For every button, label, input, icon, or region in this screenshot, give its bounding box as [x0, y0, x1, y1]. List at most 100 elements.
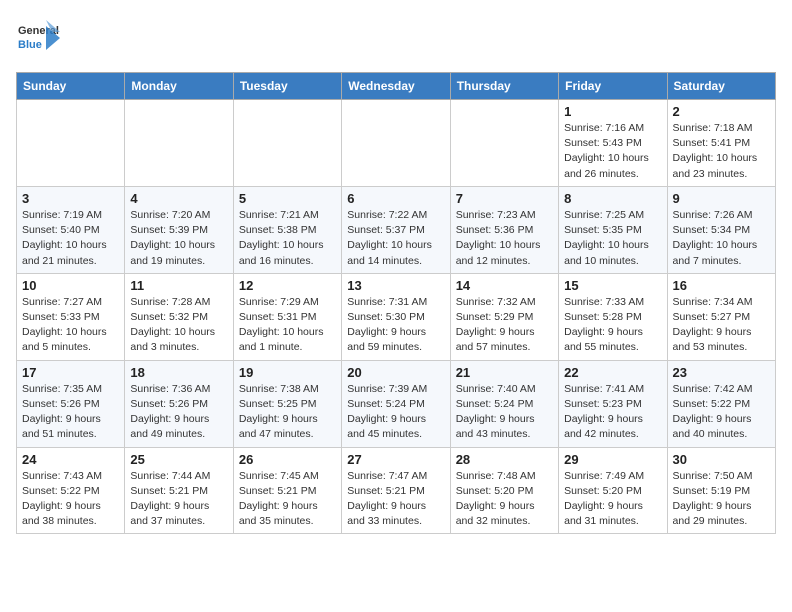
- calendar-table: SundayMondayTuesdayWednesdayThursdayFrid…: [16, 72, 776, 534]
- day-info: Sunrise: 7:29 AMSunset: 5:31 PMDaylight:…: [239, 295, 336, 356]
- calendar-cell: 23 Sunrise: 7:42 AMSunset: 5:22 PMDayligh…: [667, 360, 775, 447]
- calendar-cell: 26 Sunrise: 7:45 AMSunset: 5:21 PMDayligh…: [233, 447, 341, 534]
- calendar-cell: 1Sunrise: 7:16 AMSunset: 5:43 PMDaylight…: [559, 100, 667, 187]
- day-info: Sunrise: 7:23 AMSunset: 5:36 PMDaylight:…: [456, 208, 553, 269]
- weekday-header: Friday: [559, 73, 667, 100]
- day-info: Sunrise: 7:36 AMSunset: 5:26 PMDaylight:…: [130, 382, 227, 443]
- day-number: 6: [347, 191, 444, 206]
- day-info: Sunrise: 7:47 AMSunset: 5:21 PMDaylight:…: [347, 469, 444, 530]
- day-number: 27: [347, 452, 444, 467]
- calendar-cell: [17, 100, 125, 187]
- calendar-cell: 17 Sunrise: 7:35 AMSunset: 5:26 PMDayligh…: [17, 360, 125, 447]
- day-number: 19: [239, 365, 336, 380]
- day-number: 10: [22, 278, 119, 293]
- calendar-week-row: 1Sunrise: 7:16 AMSunset: 5:43 PMDaylight…: [17, 100, 776, 187]
- day-info: Sunrise: 7:28 AMSunset: 5:32 PMDaylight:…: [130, 295, 227, 356]
- weekday-header: Monday: [125, 73, 233, 100]
- day-number: 26: [239, 452, 336, 467]
- day-number: 5: [239, 191, 336, 206]
- calendar-cell: 27 Sunrise: 7:47 AMSunset: 5:21 PMDayligh…: [342, 447, 450, 534]
- weekday-header: Tuesday: [233, 73, 341, 100]
- day-number: 22: [564, 365, 661, 380]
- day-number: 7: [456, 191, 553, 206]
- day-info: Sunrise: 7:40 AMSunset: 5:24 PMDaylight:…: [456, 382, 553, 443]
- day-number: 12: [239, 278, 336, 293]
- day-number: 11: [130, 278, 227, 293]
- weekday-header: Thursday: [450, 73, 558, 100]
- day-info: Sunrise: 7:25 AMSunset: 5:35 PMDaylight:…: [564, 208, 661, 269]
- page-header: General Blue: [16, 16, 776, 60]
- calendar-week-row: 17 Sunrise: 7:35 AMSunset: 5:26 PMDayligh…: [17, 360, 776, 447]
- calendar-cell: [125, 100, 233, 187]
- day-number: 4: [130, 191, 227, 206]
- day-info: Sunrise: 7:43 AMSunset: 5:22 PMDaylight:…: [22, 469, 119, 530]
- day-number: 17: [22, 365, 119, 380]
- calendar-cell: 22 Sunrise: 7:41 AMSunset: 5:23 PMDayligh…: [559, 360, 667, 447]
- day-info: Sunrise: 7:34 AMSunset: 5:27 PMDaylight:…: [673, 295, 770, 356]
- day-info: Sunrise: 7:41 AMSunset: 5:23 PMDaylight:…: [564, 382, 661, 443]
- day-info: Sunrise: 7:20 AMSunset: 5:39 PMDaylight:…: [130, 208, 227, 269]
- calendar-cell: 5 Sunrise: 7:21 AMSunset: 5:38 PMDaylight…: [233, 186, 341, 273]
- calendar-cell: 12 Sunrise: 7:29 AMSunset: 5:31 PMDayligh…: [233, 273, 341, 360]
- day-info: Sunrise: 7:48 AMSunset: 5:20 PMDaylight:…: [456, 469, 553, 530]
- day-number: 3: [22, 191, 119, 206]
- day-number: 20: [347, 365, 444, 380]
- day-info: Sunrise: 7:16 AMSunset: 5:43 PMDaylight:…: [564, 121, 661, 182]
- calendar-cell: 28 Sunrise: 7:48 AMSunset: 5:20 PMDayligh…: [450, 447, 558, 534]
- calendar-week-row: 24 Sunrise: 7:43 AMSunset: 5:22 PMDayligh…: [17, 447, 776, 534]
- calendar-cell: 24 Sunrise: 7:43 AMSunset: 5:22 PMDayligh…: [17, 447, 125, 534]
- weekday-header: Wednesday: [342, 73, 450, 100]
- day-info: Sunrise: 7:38 AMSunset: 5:25 PMDaylight:…: [239, 382, 336, 443]
- day-number: 18: [130, 365, 227, 380]
- day-number: 25: [130, 452, 227, 467]
- calendar-header-row: SundayMondayTuesdayWednesdayThursdayFrid…: [17, 73, 776, 100]
- day-info: Sunrise: 7:32 AMSunset: 5:29 PMDaylight:…: [456, 295, 553, 356]
- day-info: Sunrise: 7:26 AMSunset: 5:34 PMDaylight:…: [673, 208, 770, 269]
- calendar-cell: 30 Sunrise: 7:50 AMSunset: 5:19 PMDayligh…: [667, 447, 775, 534]
- calendar-cell: 16 Sunrise: 7:34 AMSunset: 5:27 PMDayligh…: [667, 273, 775, 360]
- calendar-cell: 14 Sunrise: 7:32 AMSunset: 5:29 PMDayligh…: [450, 273, 558, 360]
- day-number: 24: [22, 452, 119, 467]
- day-number: 30: [673, 452, 770, 467]
- day-info: Sunrise: 7:19 AMSunset: 5:40 PMDaylight:…: [22, 208, 119, 269]
- weekday-header: Saturday: [667, 73, 775, 100]
- day-info: Sunrise: 7:35 AMSunset: 5:26 PMDaylight:…: [22, 382, 119, 443]
- calendar-cell: [342, 100, 450, 187]
- calendar-cell: 8Sunrise: 7:25 AMSunset: 5:35 PMDaylight…: [559, 186, 667, 273]
- day-info: Sunrise: 7:33 AMSunset: 5:28 PMDaylight:…: [564, 295, 661, 356]
- calendar-cell: 6Sunrise: 7:22 AMSunset: 5:37 PMDaylight…: [342, 186, 450, 273]
- calendar-cell: 19 Sunrise: 7:38 AMSunset: 5:25 PMDayligh…: [233, 360, 341, 447]
- day-number: 14: [456, 278, 553, 293]
- calendar-cell: [233, 100, 341, 187]
- day-info: Sunrise: 7:45 AMSunset: 5:21 PMDaylight:…: [239, 469, 336, 530]
- day-number: 21: [456, 365, 553, 380]
- day-info: Sunrise: 7:39 AMSunset: 5:24 PMDaylight:…: [347, 382, 444, 443]
- day-number: 16: [673, 278, 770, 293]
- calendar-cell: 21 Sunrise: 7:40 AMSunset: 5:24 PMDayligh…: [450, 360, 558, 447]
- day-number: 2: [673, 104, 770, 119]
- calendar-cell: 7 Sunrise: 7:23 AMSunset: 5:36 PMDaylight…: [450, 186, 558, 273]
- day-info: Sunrise: 7:27 AMSunset: 5:33 PMDaylight:…: [22, 295, 119, 356]
- day-number: 28: [456, 452, 553, 467]
- calendar-week-row: 3 Sunrise: 7:19 AMSunset: 5:40 PMDaylight…: [17, 186, 776, 273]
- day-info: Sunrise: 7:50 AMSunset: 5:19 PMDaylight:…: [673, 469, 770, 530]
- day-info: Sunrise: 7:18 AMSunset: 5:41 PMDaylight:…: [673, 121, 770, 182]
- calendar-cell: 29Sunrise: 7:49 AMSunset: 5:20 PMDayligh…: [559, 447, 667, 534]
- day-number: 29: [564, 452, 661, 467]
- day-number: 23: [673, 365, 770, 380]
- calendar-cell: 2 Sunrise: 7:18 AMSunset: 5:41 PMDaylight…: [667, 100, 775, 187]
- calendar-cell: 10 Sunrise: 7:27 AMSunset: 5:33 PMDayligh…: [17, 273, 125, 360]
- day-number: 9: [673, 191, 770, 206]
- calendar-cell: 25Sunrise: 7:44 AMSunset: 5:21 PMDayligh…: [125, 447, 233, 534]
- day-number: 15: [564, 278, 661, 293]
- calendar-cell: 3 Sunrise: 7:19 AMSunset: 5:40 PMDaylight…: [17, 186, 125, 273]
- calendar-week-row: 10 Sunrise: 7:27 AMSunset: 5:33 PMDayligh…: [17, 273, 776, 360]
- calendar-cell: 13Sunrise: 7:31 AMSunset: 5:30 PMDayligh…: [342, 273, 450, 360]
- day-info: Sunrise: 7:42 AMSunset: 5:22 PMDaylight:…: [673, 382, 770, 443]
- day-info: Sunrise: 7:21 AMSunset: 5:38 PMDaylight:…: [239, 208, 336, 269]
- logo: General Blue: [16, 16, 60, 60]
- calendar-cell: 15 Sunrise: 7:33 AMSunset: 5:28 PMDayligh…: [559, 273, 667, 360]
- calendar-cell: 18 Sunrise: 7:36 AMSunset: 5:26 PMDayligh…: [125, 360, 233, 447]
- calendar-cell: 11 Sunrise: 7:28 AMSunset: 5:32 PMDayligh…: [125, 273, 233, 360]
- calendar-cell: 9 Sunrise: 7:26 AMSunset: 5:34 PMDaylight…: [667, 186, 775, 273]
